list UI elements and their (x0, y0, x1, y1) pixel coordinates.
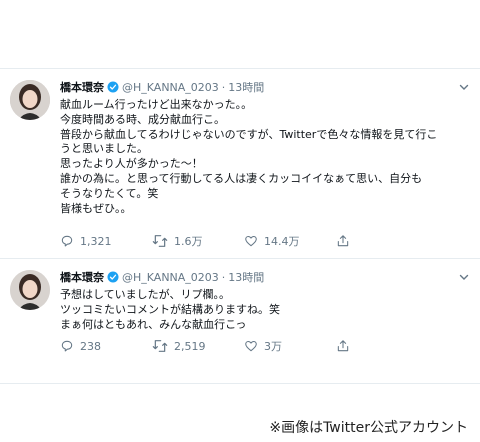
like-count: 3万 (264, 340, 282, 353)
separator-dot: · (221, 270, 226, 284)
avatar[interactable] (10, 80, 50, 120)
share-button[interactable] (336, 339, 428, 353)
tweet-text-line: そうなりたくて。笑 (60, 186, 159, 200)
tweet-actions: 1,321 1.6万 14.4万 (60, 233, 428, 249)
tweet-actions: 238 2,519 3万 (60, 338, 428, 354)
retweet-button[interactable]: 2,519 (152, 339, 244, 353)
user-handle[interactable]: @H_KANNA_0203 (122, 81, 219, 94)
tweet-text-line: うと思いました。 (60, 142, 148, 156)
retweet-icon (152, 340, 168, 352)
tweet[interactable]: 橋本環奈 @H_KANNA_0203 · 13時間 予想はしていましたが、リプ欄… (0, 268, 480, 372)
reply-button[interactable]: 238 (60, 339, 152, 353)
tweet-text: 献血ルーム行ったけど出来なかった。。 今度時間ある時、成分献血行こ。 普段から献… (60, 98, 470, 216)
retweet-button[interactable]: 1.6万 (152, 233, 244, 249)
tweet-text-line: 今度時間ある時、成分献血行こ。 (60, 112, 225, 126)
reply-icon (61, 340, 73, 352)
like-count: 14.4万 (264, 235, 300, 248)
tweet[interactable]: 橋本環奈 @H_KANNA_0203 · 13時間 献血ルーム行ったけど出来なか… (0, 78, 480, 258)
timestamp[interactable]: 13時間 (228, 79, 264, 95)
chevron-down-icon[interactable] (458, 81, 470, 93)
tweet-text-line: 予想はしていましたが、リプ欄。。 (60, 288, 230, 301)
tweet-divider (0, 258, 480, 259)
display-name[interactable]: 橋本環奈 (60, 269, 104, 285)
tweet-text-line: 皆様もぜひ。。 (60, 201, 132, 215)
user-handle[interactable]: @H_KANNA_0203 (122, 271, 219, 284)
share-button[interactable] (336, 234, 428, 248)
retweet-icon (152, 235, 168, 247)
tweet-text-line: 思ったより人が多かった〜！ (60, 157, 203, 171)
avatar[interactable] (10, 270, 50, 310)
timestamp[interactable]: 13時間 (228, 269, 264, 285)
share-icon (337, 235, 349, 247)
heart-icon (245, 340, 257, 352)
tweet-text: 予想はしていましたが、リプ欄。。 ツッコミたいコメントが結構ありますね。笑 まぁ… (60, 288, 470, 332)
reply-count: 1,321 (80, 234, 112, 248)
image-credit: ※画像はTwitter公式アカウント (269, 420, 468, 436)
chevron-down-icon[interactable] (458, 271, 470, 283)
share-icon (337, 340, 349, 352)
verified-badge-icon (107, 271, 119, 283)
reply-icon (61, 235, 73, 247)
reply-count: 238 (80, 339, 101, 353)
reply-button[interactable]: 1,321 (60, 234, 152, 248)
like-button[interactable]: 3万 (244, 338, 336, 354)
verified-badge-icon (107, 81, 119, 93)
separator-dot: · (221, 80, 226, 94)
tweet-text-line: 普段から献血してるわけじゃないのですが、Twitterで色々な情報を見て行こ (60, 127, 438, 141)
tweet-text-line: ツッコミたいコメントが結構ありますね。笑 (60, 302, 280, 316)
retweet-count: 1.6万 (174, 235, 203, 248)
retweet-count: 2,519 (174, 339, 206, 353)
like-button[interactable]: 14.4万 (244, 233, 336, 249)
tweet-text-line: まぁ何はともあれ、みんな献血行こっ (60, 317, 247, 331)
tweet-text-line: 献血ルーム行ったけど出来なかった。。 (60, 98, 253, 111)
tweet-text-line: 誰かの為に。と思って行動してる人は凄くカッコイイなぁて思い、自分も (60, 171, 423, 185)
display-name[interactable]: 橋本環奈 (60, 79, 104, 95)
heart-icon (245, 235, 257, 247)
